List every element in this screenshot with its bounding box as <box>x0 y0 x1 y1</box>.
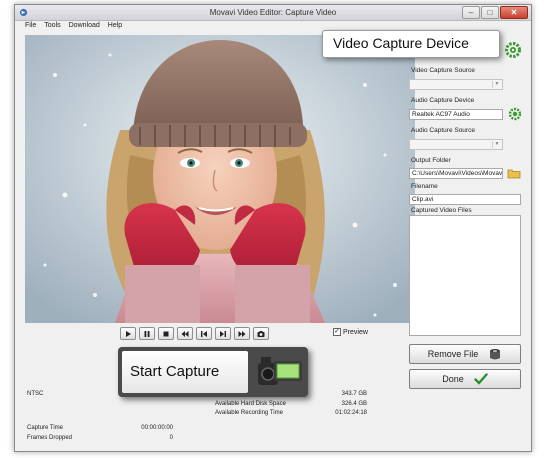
preview-toggle[interactable]: ✓ Preview <box>333 328 368 336</box>
capture-time-value: 00:00:00:00 <box>141 425 173 431</box>
menu-tools[interactable]: Tools <box>40 20 64 33</box>
transport-controls <box>120 327 269 340</box>
output-folder-field[interactable]: C:\Users\Movavi\Videos\Movavi <box>409 168 503 179</box>
filename-field[interactable]: Clip.avi <box>409 194 521 205</box>
chevron-down-icon: ▼ <box>492 81 501 88</box>
menu-download[interactable]: Download <box>65 20 104 33</box>
video-settings-gear-icon[interactable] <box>504 41 522 59</box>
start-capture-label: Start Capture <box>130 363 220 380</box>
captured-files-list[interactable] <box>409 215 521 336</box>
menu-file[interactable]: File <box>21 20 40 33</box>
step-forward-button[interactable] <box>215 327 231 340</box>
play-button[interactable] <box>120 327 136 340</box>
preview-checkbox[interactable]: ✓ <box>333 328 341 336</box>
pause-button[interactable] <box>139 327 155 340</box>
maximize-button[interactable]: □ <box>481 6 499 19</box>
free-disk-value: 326.4 GB <box>341 401 367 407</box>
done-label: Done <box>442 374 464 384</box>
audio-settings-gear-icon[interactable] <box>508 107 522 121</box>
camera-icon <box>257 330 265 337</box>
start-capture-button[interactable]: Start Capture <box>122 351 248 393</box>
fast-forward-button[interactable] <box>234 327 250 340</box>
close-button[interactable]: ✕ <box>500 6 528 19</box>
preview-label: Preview <box>343 328 368 336</box>
preview-image <box>25 35 415 323</box>
video-source-label: Video Capture Source <box>411 67 475 74</box>
step-back-icon <box>201 330 207 337</box>
stop-icon <box>163 331 169 336</box>
stop-button[interactable] <box>158 327 174 340</box>
rewind-icon <box>181 330 189 337</box>
captured-files-label: Captured Video Files <box>411 207 472 214</box>
audio-device-label: Audio Capture Device <box>411 97 475 104</box>
step-back-button[interactable] <box>196 327 212 340</box>
output-folder-label: Output Folder <box>411 157 451 164</box>
fast-forward-icon <box>238 330 246 337</box>
camcorder-icon <box>258 357 302 385</box>
start-capture-callout: Start Capture <box>118 347 308 397</box>
chevron-down-icon: ▼ <box>492 141 501 148</box>
recording-time-label: Available Recording Time <box>215 410 283 416</box>
frames-dropped-value: 0 <box>169 435 173 441</box>
audio-device-dropdown[interactable]: Realtek AC97 Audio <box>409 109 503 120</box>
total-disk-value: 343.7 GB <box>341 391 367 397</box>
window-title: Movavi Video Editor: Capture Video <box>209 8 337 17</box>
pause-icon <box>144 330 150 337</box>
rewind-button[interactable] <box>177 327 193 340</box>
remove-file-button[interactable]: Remove File <box>409 344 521 364</box>
minimize-button[interactable]: – <box>462 6 480 19</box>
video-capture-device-callout: Video Capture Device <box>322 30 500 58</box>
audio-source-dropdown[interactable]: ▼ <box>409 139 503 150</box>
play-icon <box>126 330 131 337</box>
filename-label: Filename <box>411 183 438 190</box>
video-source-dropdown[interactable]: ▼ <box>409 79 503 90</box>
title-bar: Movavi Video Editor: Capture Video – □ ✕ <box>15 5 531 21</box>
format-label: NTSC <box>27 391 44 397</box>
audio-source-label: Audio Capture Source <box>411 127 475 134</box>
video-preview <box>25 35 415 323</box>
done-button[interactable]: Done <box>409 369 521 389</box>
step-forward-icon <box>220 330 226 337</box>
recording-time-value: 01:02:24:18 <box>335 410 367 416</box>
checkmark-icon <box>474 373 488 385</box>
folder-browse-icon[interactable] <box>507 166 521 180</box>
menu-help[interactable]: Help <box>104 20 126 33</box>
video-capture-device-callout-text: Video Capture Device <box>333 35 469 51</box>
free-disk-label: Available Hard Disk Space <box>215 401 286 407</box>
remove-file-label: Remove File <box>427 349 479 359</box>
film-reel-icon <box>490 349 501 360</box>
snapshot-button[interactable] <box>253 327 269 340</box>
frames-dropped-label: Frames Dropped <box>27 435 73 441</box>
capture-time-label: Capture Time <box>27 425 64 431</box>
